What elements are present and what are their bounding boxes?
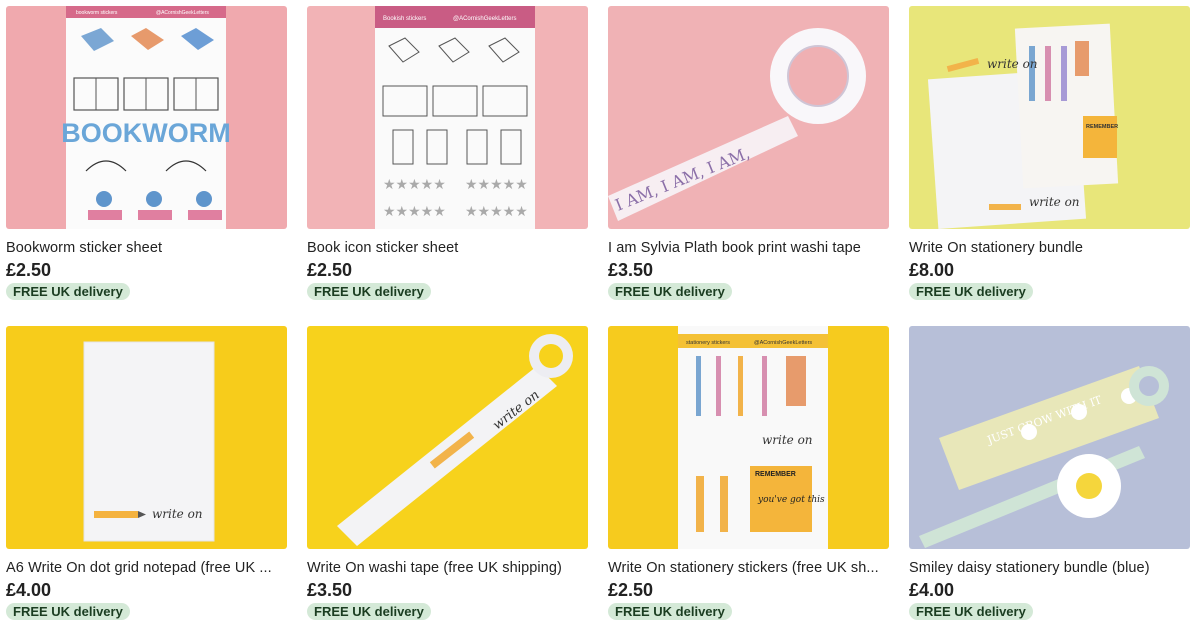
listing-card[interactable]: REMEMBER write on write on Write On stat… [909,6,1190,301]
listing-title[interactable]: Write On stationery bundle [909,239,1190,257]
listing-image[interactable]: Bookish stickers @ACornishGeekLetters ★★… [307,6,588,229]
free-delivery-badge: FREE UK delivery [6,283,130,300]
listing-price: £4.00 [6,580,52,600]
svg-text:REMEMBER: REMEMBER [1086,124,1118,130]
book-icon-sticker-sheet-image: Bookish stickers @ACornishGeekLetters ★★… [307,6,588,229]
svg-text:★★★★★: ★★★★★ [383,176,446,192]
listing-image[interactable]: JUST GROW WITH IT [909,326,1190,549]
svg-text:@ACornishGeekLetters: @ACornishGeekLetters [754,340,812,346]
svg-text:@ACornishGeekLetters: @ACornishGeekLetters [156,10,209,16]
free-delivery-badge: FREE UK delivery [6,603,130,620]
svg-text:★★★★★: ★★★★★ [465,176,528,192]
free-delivery-badge: FREE UK delivery [608,603,732,620]
listing-price: £2.50 [608,580,654,600]
stationery-bundle-image: REMEMBER write on write on [909,6,1190,229]
listing-title[interactable]: A6 Write On dot grid notepad (free UK ..… [6,559,287,577]
svg-text:bookworm stickers: bookworm stickers [76,10,118,16]
free-delivery-badge: FREE UK delivery [909,283,1033,300]
dot-grid-notepad-image: write on [6,326,287,549]
listing-grid: bookworm stickers @ACornishGeekLetters B… [0,0,1200,633]
listing-title[interactable]: Bookworm sticker sheet [6,239,287,257]
listing-price: £2.50 [6,260,52,280]
listing-price: £8.00 [909,260,955,280]
listing-price: £2.50 [307,260,353,280]
svg-text:BOOKWORM: BOOKWORM [61,118,230,148]
svg-text:★★★★★: ★★★★★ [465,203,528,219]
free-delivery-badge: FREE UK delivery [608,283,732,300]
free-delivery-badge: FREE UK delivery [307,603,431,620]
listing-card[interactable]: I AM, I AM, I AM, I am Sylvia Plath book… [608,6,889,301]
listing-card[interactable]: Bookish stickers @ACornishGeekLetters ★★… [307,6,588,301]
listing-card[interactable]: stationery stickers @ACornishGeekLetters… [608,326,889,621]
listing-title[interactable]: Write On washi tape (free UK shipping) [307,559,588,577]
svg-text:REMEMBER: REMEMBER [755,471,796,478]
svg-text:write on: write on [762,433,813,447]
svg-text:write on: write on [152,507,203,521]
bookworm-sticker-sheet-image: bookworm stickers @ACornishGeekLetters B… [6,6,287,229]
free-delivery-badge: FREE UK delivery [307,283,431,300]
svg-text:Bookish stickers: Bookish stickers [383,16,426,22]
listing-image[interactable]: write on [6,326,287,549]
listing-card[interactable]: bookworm stickers @ACornishGeekLetters B… [6,6,287,301]
free-delivery-badge: FREE UK delivery [909,603,1033,620]
svg-text:stationery stickers: stationery stickers [686,340,730,346]
listing-card[interactable]: write on Write On washi tape (free UK sh… [307,326,588,621]
write-on-washi-tape-image: write on [307,326,588,549]
svg-text:write on: write on [1029,195,1080,209]
listing-image[interactable]: stationery stickers @ACornishGeekLetters… [608,326,889,549]
svg-text:you've got this: you've got this [757,495,825,505]
listing-image[interactable]: write on [307,326,588,549]
listing-title[interactable]: Smiley daisy stationery bundle (blue) [909,559,1190,577]
listing-card[interactable]: write on A6 Write On dot grid notepad (f… [6,326,287,621]
listing-title[interactable]: I am Sylvia Plath book print washi tape [608,239,889,257]
washi-tape-image: I AM, I AM, I AM, [608,6,889,229]
listing-title[interactable]: Book icon sticker sheet [307,239,588,257]
svg-text:@ACornishGeekLetters: @ACornishGeekLetters [453,16,516,22]
svg-text:★★★★★: ★★★★★ [383,203,446,219]
listing-card[interactable]: JUST GROW WITH IT Smiley daisy stationer… [909,326,1190,621]
listing-image[interactable]: REMEMBER write on write on [909,6,1190,229]
listing-image[interactable]: bookworm stickers @ACornishGeekLetters B… [6,6,287,229]
listing-price: £3.50 [307,580,353,600]
smiley-daisy-bundle-image: JUST GROW WITH IT [909,326,1190,549]
listing-title[interactable]: Write On stationery stickers (free UK sh… [608,559,889,577]
listing-price: £4.00 [909,580,955,600]
write-on-stickers-image: stationery stickers @ACornishGeekLetters… [608,326,889,549]
listing-image[interactable]: I AM, I AM, I AM, [608,6,889,229]
listing-price: £3.50 [608,260,654,280]
svg-text:write on: write on [987,57,1038,71]
